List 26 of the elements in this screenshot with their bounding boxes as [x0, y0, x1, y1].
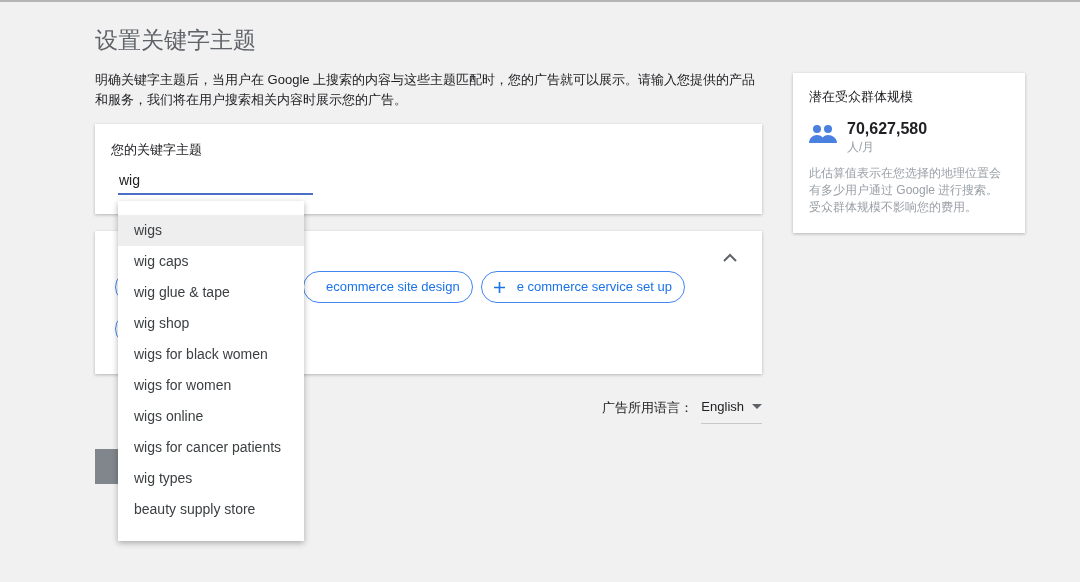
audience-unit: 人/月: [847, 138, 876, 155]
suggestion-option[interactable]: wigs for black women: [118, 339, 304, 370]
suggestion-chip[interactable]: e commerce service set up: [480, 271, 685, 303]
language-select[interactable]: English: [701, 391, 762, 424]
audience-count: 70,627,580: [847, 118, 928, 139]
suggestion-option[interactable]: wig caps: [118, 246, 304, 277]
suggestion-option[interactable]: wigs for women: [118, 370, 304, 401]
audience-note: 此估算值表示在您选择的地理位置会有多少用户通过 Google 进行搜索。受众群体规模不影响您的费用。: [809, 164, 1002, 216]
audience-title: 潜在受众群体规模: [809, 88, 914, 106]
keyword-input[interactable]: wig: [118, 169, 313, 195]
suggestion-option[interactable]: wigs for cancer patients: [118, 432, 304, 463]
description-text: 明确关键字主题后，当用户在 Google 上搜索的内容与这些主题匹配时，您的广告就可以展示。请输入您提供的产品和服务，我们将在用户搜索相关内容时展示您的广告。: [95, 71, 757, 109]
suggestion-option[interactable]: beauty supply store: [118, 494, 304, 525]
page-title: 设置关键字主题: [95, 26, 257, 55]
field-label: 您的关键字主题: [111, 141, 203, 159]
suggestion-option[interactable]: wig glue & tape: [118, 277, 304, 308]
dropdown-arrow-icon: [752, 404, 762, 410]
chevron-icon: [723, 252, 737, 262]
people-icon: [809, 124, 837, 143]
language-label: 广告所用语言：: [602, 398, 694, 417]
suggestion-option[interactable]: wig shop: [118, 308, 304, 339]
suggestion-chip[interactable]: ecommerce site design: [303, 271, 473, 303]
suggestion-option[interactable]: wigs: [118, 215, 304, 246]
suggestion-option[interactable]: wig types: [118, 463, 304, 494]
plus-icon: [493, 281, 505, 293]
suggestion-option[interactable]: wigs online: [118, 401, 304, 432]
